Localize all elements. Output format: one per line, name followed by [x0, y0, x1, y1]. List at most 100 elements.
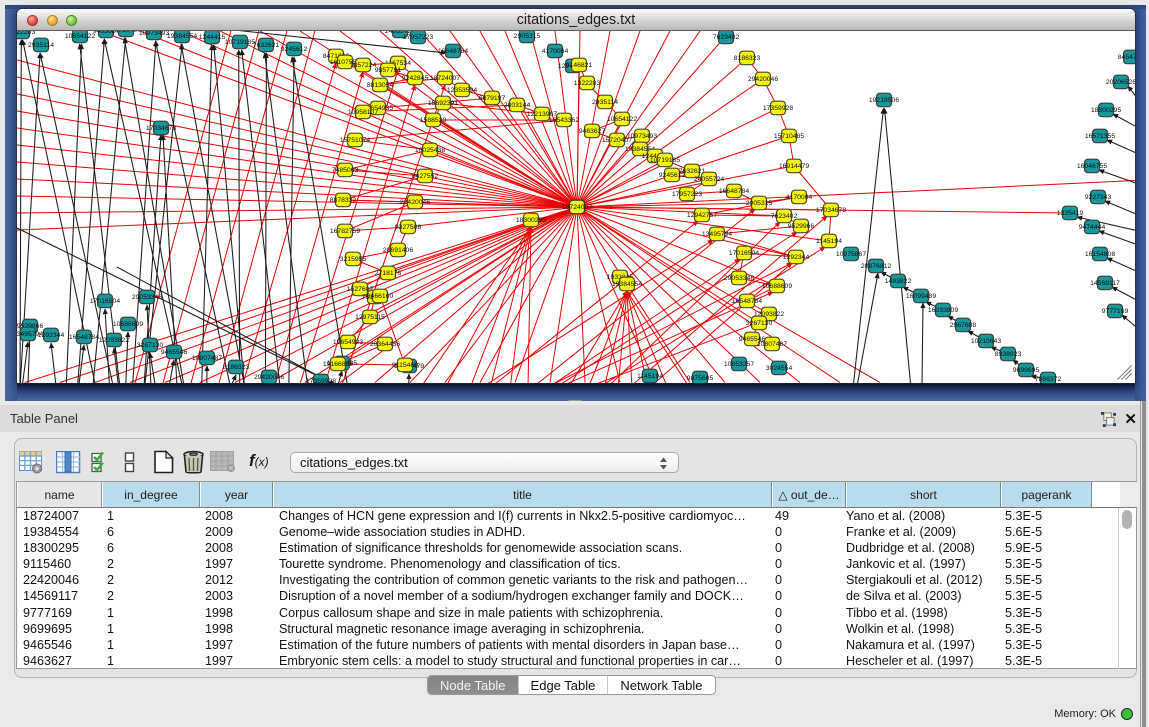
- svg-text:10807487: 10807487: [757, 341, 787, 348]
- svg-text:7886372: 7886372: [1035, 376, 1062, 383]
- svg-text:29420046: 29420046: [254, 374, 284, 381]
- svg-text:2905315: 2905315: [514, 33, 541, 40]
- svg-text:1588520: 1588520: [420, 117, 447, 124]
- svg-text:16033809: 16033809: [928, 307, 958, 314]
- svg-text:9463627: 9463627: [579, 128, 606, 135]
- svg-text:9242845: 9242845: [402, 75, 429, 82]
- svg-text:15720407: 15720407: [111, 31, 141, 34]
- svg-text:17016504: 17016504: [90, 298, 120, 305]
- svg-text:10719185: 10719185: [650, 157, 680, 164]
- svg-text:29053346: 29053346: [132, 294, 162, 301]
- svg-text:16571355: 16571355: [1085, 133, 1115, 140]
- svg-text:2905315: 2905315: [746, 200, 773, 207]
- svg-text:1493822: 1493822: [885, 278, 912, 285]
- svg-text:29053346: 29053346: [724, 275, 754, 282]
- svg-text:9327508: 9327508: [395, 224, 422, 231]
- svg-text:10973493: 10973493: [139, 31, 169, 37]
- svg-text:9875685: 9875685: [687, 375, 714, 382]
- svg-text:17034678: 17034678: [146, 125, 176, 132]
- svg-text:7632621: 7632621: [253, 42, 280, 49]
- svg-text:1145194: 1145194: [816, 238, 842, 245]
- svg-text:18300295: 18300295: [1091, 107, 1121, 114]
- svg-text:17957223: 17957223: [403, 34, 433, 41]
- svg-text:15710485: 15710485: [774, 133, 804, 140]
- svg-text:1145194: 1145194: [637, 373, 663, 380]
- svg-text:20206526: 20206526: [1106, 79, 1135, 86]
- svg-text:16782759: 16782759: [330, 228, 360, 235]
- svg-text:1244415: 1244415: [199, 34, 226, 41]
- svg-text:7485063: 7485063: [332, 167, 359, 174]
- svg-text:17359928: 17359928: [763, 105, 793, 112]
- svg-text:1322203: 1322203: [574, 80, 601, 87]
- svg-text:2935114: 2935114: [28, 42, 54, 49]
- svg-text:2718176: 2718176: [375, 270, 402, 277]
- svg-text:8186323: 8186323: [223, 364, 250, 371]
- svg-text:10654122: 10654122: [607, 116, 637, 123]
- svg-text:9245612: 9245612: [281, 46, 308, 53]
- svg-text:18724007: 18724007: [562, 204, 592, 211]
- svg-text:16099489: 16099489: [906, 293, 936, 300]
- svg-text:9474444: 9474444: [1079, 224, 1106, 231]
- svg-text:10719185: 10719185: [225, 39, 255, 46]
- svg-text:15692391: 15692391: [428, 100, 458, 107]
- svg-text:9857791: 9857791: [375, 67, 402, 74]
- svg-text:17957223: 17957223: [672, 191, 702, 198]
- svg-text:10653257: 10653257: [724, 361, 754, 368]
- svg-text:8878332: 8878332: [330, 197, 357, 204]
- svg-text:19218506: 19218506: [869, 97, 899, 104]
- svg-text:19384554: 19384554: [612, 281, 642, 288]
- svg-text:16548784: 16548784: [69, 334, 99, 341]
- svg-text:16914479: 16914479: [779, 163, 809, 170]
- svg-text:20364436: 20364436: [370, 341, 400, 348]
- svg-text:13495794: 13495794: [702, 231, 732, 238]
- svg-text:9245612: 9245612: [659, 172, 686, 179]
- svg-text:2935114: 2935114: [592, 99, 618, 106]
- svg-text:9529966: 9529966: [788, 223, 815, 230]
- svg-text:19166825: 19166825: [323, 361, 353, 368]
- svg-text:14569117: 14569117: [1090, 280, 1120, 287]
- svg-text:8454749: 8454749: [1118, 54, 1135, 61]
- svg-text:20876812: 20876812: [861, 263, 891, 270]
- svg-text:10688609: 10688609: [762, 283, 792, 290]
- svg-text:10025438: 10025438: [415, 147, 445, 154]
- svg-text:4170064: 4170064: [542, 48, 569, 55]
- svg-text:16046755: 16046755: [1077, 163, 1107, 170]
- svg-text:8427552: 8427552: [412, 173, 439, 180]
- svg-text:8813054: 8813054: [367, 82, 394, 89]
- svg-text:16543362: 16543362: [549, 117, 579, 124]
- svg-text:10654122: 10654122: [65, 33, 95, 40]
- svg-text:17016504: 17016504: [729, 250, 759, 257]
- svg-text:10975867: 10975867: [836, 251, 866, 258]
- svg-text:6466160: 6466160: [367, 293, 394, 300]
- svg-text:8186323: 8186323: [734, 55, 761, 62]
- svg-text:10807487: 10807487: [192, 355, 222, 362]
- svg-text:7623402: 7623402: [713, 34, 740, 41]
- svg-text:22420046: 22420046: [400, 199, 430, 206]
- svg-text:12942757: 12942757: [687, 212, 717, 219]
- svg-text:17034678: 17034678: [816, 207, 846, 214]
- svg-text:2803144: 2803144: [504, 102, 531, 109]
- svg-text:10958107: 10958107: [348, 109, 378, 116]
- svg-text:7623402: 7623402: [771, 213, 798, 220]
- svg-text:9465546: 9465546: [161, 349, 188, 356]
- svg-text:1292344: 1292344: [38, 332, 65, 339]
- svg-text:9146821: 9146821: [566, 62, 593, 69]
- svg-text:19384554: 19384554: [167, 33, 197, 40]
- svg-text:15751074: 15751074: [340, 137, 370, 144]
- svg-text:18300295: 18300295: [516, 217, 546, 224]
- svg-text:18724007: 18724007: [430, 75, 460, 82]
- svg-text:4170064: 4170064: [786, 194, 813, 201]
- svg-text:10973493: 10973493: [627, 133, 657, 140]
- svg-text:9777169: 9777169: [1102, 308, 1129, 315]
- svg-text:8938923: 8938923: [995, 351, 1022, 358]
- svg-text:7857224: 7857224: [350, 62, 377, 69]
- svg-text:17359928: 17359928: [306, 378, 336, 383]
- svg-text:9115460: 9115460: [392, 362, 418, 369]
- svg-text:16648784: 16648784: [438, 48, 468, 55]
- svg-text:6679197: 6679197: [479, 95, 506, 102]
- svg-text:1325419: 1325419: [1057, 210, 1084, 217]
- svg-text:16648784: 16648784: [719, 188, 749, 195]
- svg-text:10688609: 10688609: [113, 321, 143, 328]
- svg-text:1322203: 1322203: [17, 31, 35, 36]
- svg-text:2967608: 2967608: [950, 322, 977, 329]
